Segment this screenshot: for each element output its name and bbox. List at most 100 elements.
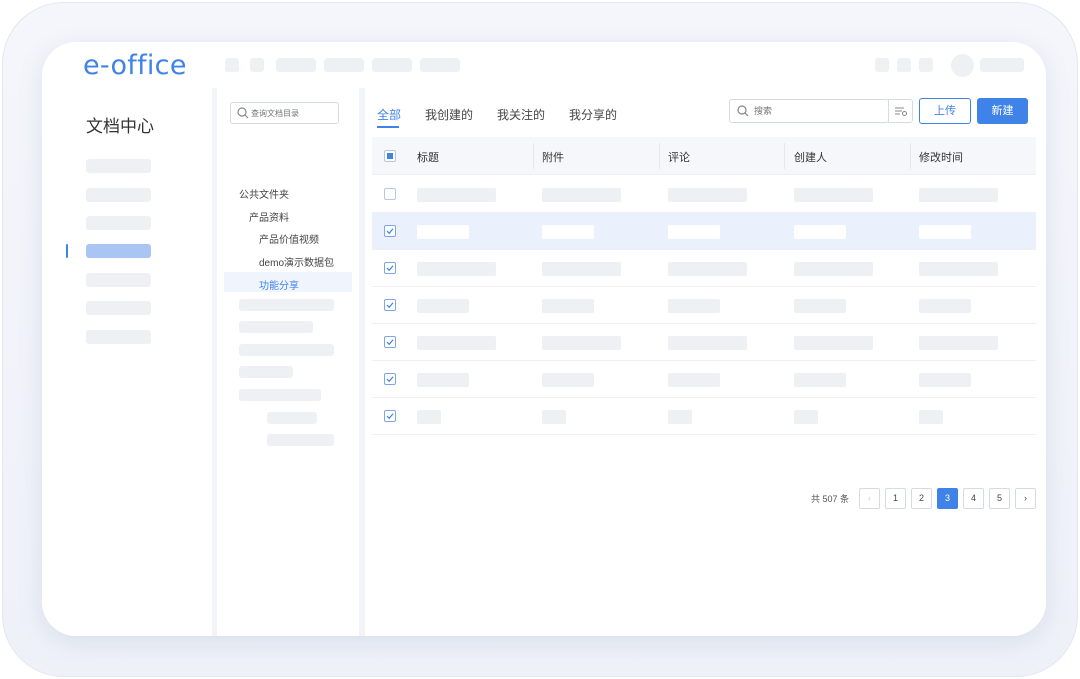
table-cell-placeholder bbox=[794, 336, 873, 350]
column-divider bbox=[533, 143, 534, 169]
doc-search-box[interactable] bbox=[729, 99, 889, 123]
total-count: 共 507 条 bbox=[811, 494, 850, 504]
filter-button[interactable] bbox=[888, 99, 913, 123]
table-cell-placeholder bbox=[919, 373, 971, 387]
table-cell-placeholder bbox=[417, 410, 441, 424]
table-row[interactable] bbox=[372, 250, 1036, 287]
table-cell-placeholder bbox=[919, 188, 998, 202]
table-row[interactable] bbox=[372, 398, 1036, 435]
table-cell-placeholder bbox=[417, 188, 496, 202]
next-page-button[interactable]: › bbox=[1015, 488, 1036, 509]
header-icon-placeholder[interactable] bbox=[875, 58, 889, 72]
table-cell-placeholder bbox=[794, 299, 846, 313]
tree-item-placeholder[interactable] bbox=[239, 299, 334, 311]
table-row[interactable] bbox=[372, 287, 1036, 324]
table-cell-placeholder bbox=[794, 188, 873, 202]
check-icon bbox=[386, 302, 394, 309]
row-checkbox[interactable] bbox=[384, 410, 396, 422]
page-button-3[interactable]: 3 bbox=[937, 488, 958, 509]
column-divider bbox=[910, 143, 911, 169]
row-checkbox[interactable] bbox=[384, 225, 396, 237]
row-checkbox[interactable] bbox=[384, 373, 396, 385]
table-cell-placeholder bbox=[919, 299, 971, 313]
column-header-creator[interactable]: 创建人 bbox=[794, 149, 827, 165]
tab-followed[interactable]: 我关注的 bbox=[497, 106, 545, 123]
tree-item-placeholder[interactable] bbox=[239, 344, 334, 356]
main-content-panel: 全部 我创建的 我关注的 我分享的 上传 新建 标题 附 bbox=[365, 88, 1046, 636]
tree-item-feature-share[interactable]: 功能分享 bbox=[259, 277, 299, 292]
table-row[interactable] bbox=[372, 361, 1036, 398]
tree-item-placeholder[interactable] bbox=[267, 412, 317, 424]
nav-item-placeholder[interactable] bbox=[86, 216, 151, 230]
nav-item-placeholder[interactable] bbox=[86, 273, 151, 287]
table-cell-placeholder bbox=[542, 188, 621, 202]
page-button-5[interactable]: 5 bbox=[989, 488, 1010, 509]
tree-item-placeholder[interactable] bbox=[239, 366, 293, 378]
table-cell-placeholder bbox=[794, 225, 846, 239]
nav-item-placeholder[interactable] bbox=[86, 159, 151, 173]
column-header-modified-time[interactable]: 修改时间 bbox=[919, 149, 963, 165]
table-cell-placeholder bbox=[417, 336, 496, 350]
table-row[interactable] bbox=[372, 176, 1036, 213]
table-row[interactable] bbox=[372, 324, 1036, 361]
table-cell-placeholder bbox=[542, 336, 621, 350]
tree-item-placeholder[interactable] bbox=[239, 389, 321, 401]
tree-item-placeholder[interactable] bbox=[239, 321, 313, 333]
new-button[interactable]: 新建 bbox=[977, 98, 1028, 124]
left-nav-panel: 文档中心 bbox=[42, 88, 212, 636]
prev-page-button[interactable]: ‹ bbox=[859, 488, 880, 509]
page-button-4[interactable]: 4 bbox=[963, 488, 984, 509]
header-icon-placeholder[interactable] bbox=[897, 58, 911, 72]
header-icon-placeholder[interactable] bbox=[919, 58, 933, 72]
tree-item-placeholder[interactable] bbox=[267, 434, 334, 446]
header-menu-placeholder[interactable] bbox=[420, 58, 460, 72]
check-icon bbox=[386, 376, 394, 383]
tree-search-box[interactable] bbox=[230, 102, 339, 124]
row-checkbox[interactable] bbox=[384, 262, 396, 274]
section-title: 文档中心 bbox=[86, 117, 154, 136]
header-icon-placeholder[interactable] bbox=[225, 58, 239, 72]
tree-search-input[interactable] bbox=[251, 105, 336, 121]
tree-item-product-materials[interactable]: 产品资料 bbox=[249, 209, 289, 224]
search-icon bbox=[737, 105, 749, 117]
nav-item-placeholder[interactable] bbox=[86, 301, 151, 315]
page-button-2[interactable]: 2 bbox=[911, 488, 932, 509]
table-cell-placeholder bbox=[417, 262, 496, 276]
tree-item-product-video[interactable]: 产品价值视频 bbox=[259, 231, 319, 246]
header-menu-placeholder[interactable] bbox=[372, 58, 412, 72]
header-menu-placeholder[interactable] bbox=[276, 58, 316, 72]
table-cell-placeholder bbox=[668, 188, 747, 202]
top-header: e-office bbox=[42, 42, 1046, 88]
doc-search-input[interactable] bbox=[754, 103, 874, 119]
column-header-title[interactable]: 标题 bbox=[417, 149, 439, 165]
avatar[interactable] bbox=[951, 54, 974, 77]
select-all-checkbox[interactable] bbox=[384, 150, 396, 162]
username-placeholder[interactable] bbox=[980, 58, 1024, 72]
table-row[interactable] bbox=[372, 213, 1036, 250]
tree-item-public-folder[interactable]: 公共文件夹 bbox=[239, 186, 289, 201]
table-cell-placeholder bbox=[794, 262, 873, 276]
row-checkbox[interactable] bbox=[384, 336, 396, 348]
search-icon bbox=[237, 107, 249, 119]
header-icon-placeholder[interactable] bbox=[250, 58, 264, 72]
nav-item-placeholder[interactable] bbox=[86, 188, 151, 202]
active-tab-underline bbox=[377, 126, 399, 128]
table-cell-placeholder bbox=[668, 410, 692, 424]
table-cell-placeholder bbox=[542, 262, 621, 276]
table-cell-placeholder bbox=[417, 373, 469, 387]
nav-item-active-placeholder[interactable] bbox=[86, 244, 151, 258]
tab-created-by-me[interactable]: 我创建的 bbox=[425, 106, 473, 123]
page-button-1[interactable]: 1 bbox=[885, 488, 906, 509]
header-menu-placeholder[interactable] bbox=[324, 58, 364, 72]
tree-item-demo-data[interactable]: demo演示数据包 bbox=[259, 254, 334, 269]
column-header-attachment[interactable]: 附件 bbox=[542, 149, 564, 165]
app-window: e-office 文档中心 公共文件夹 bbox=[42, 42, 1046, 636]
row-checkbox[interactable] bbox=[384, 188, 396, 200]
column-header-comments[interactable]: 评论 bbox=[668, 149, 690, 165]
upload-button[interactable]: 上传 bbox=[919, 98, 971, 124]
tab-all[interactable]: 全部 bbox=[377, 106, 401, 123]
row-checkbox[interactable] bbox=[384, 299, 396, 311]
nav-item-placeholder[interactable] bbox=[86, 330, 151, 344]
table-cell-placeholder bbox=[919, 225, 971, 239]
tab-shared-by-me[interactable]: 我分享的 bbox=[569, 106, 617, 123]
